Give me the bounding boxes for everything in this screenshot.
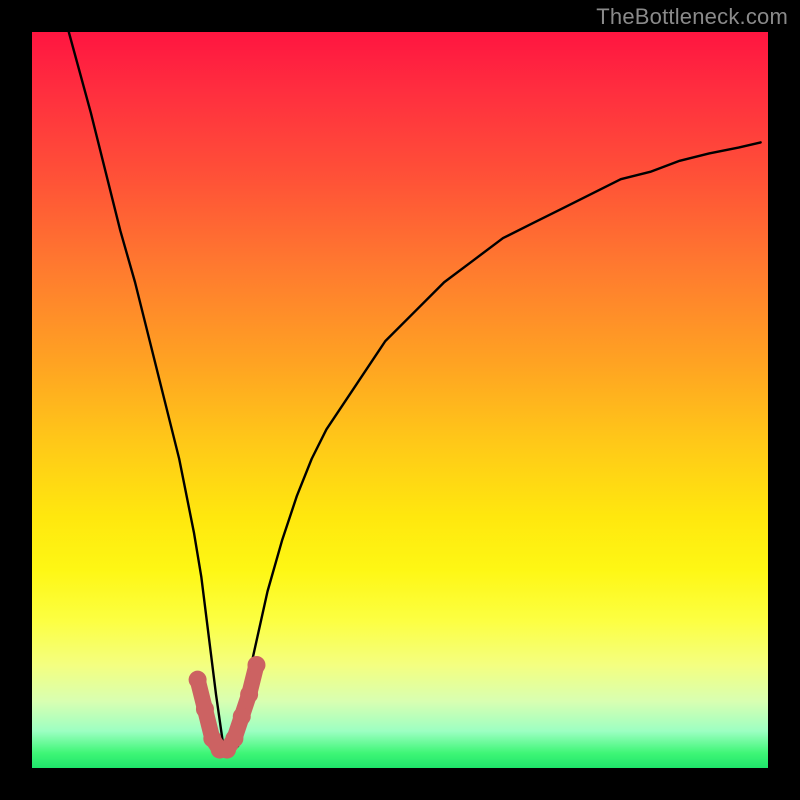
marker-dot — [247, 656, 265, 674]
plot-area — [32, 32, 768, 768]
marker-dot — [225, 730, 243, 748]
marker-dot — [189, 671, 207, 689]
chart-frame: TheBottleneck.com — [0, 0, 800, 800]
marker-dot — [240, 685, 258, 703]
chart-svg — [32, 32, 768, 768]
watermark-text: TheBottleneck.com — [596, 4, 788, 30]
marker-dot — [196, 700, 214, 718]
marker-dot — [233, 707, 251, 725]
bottleneck-curve — [69, 32, 761, 753]
